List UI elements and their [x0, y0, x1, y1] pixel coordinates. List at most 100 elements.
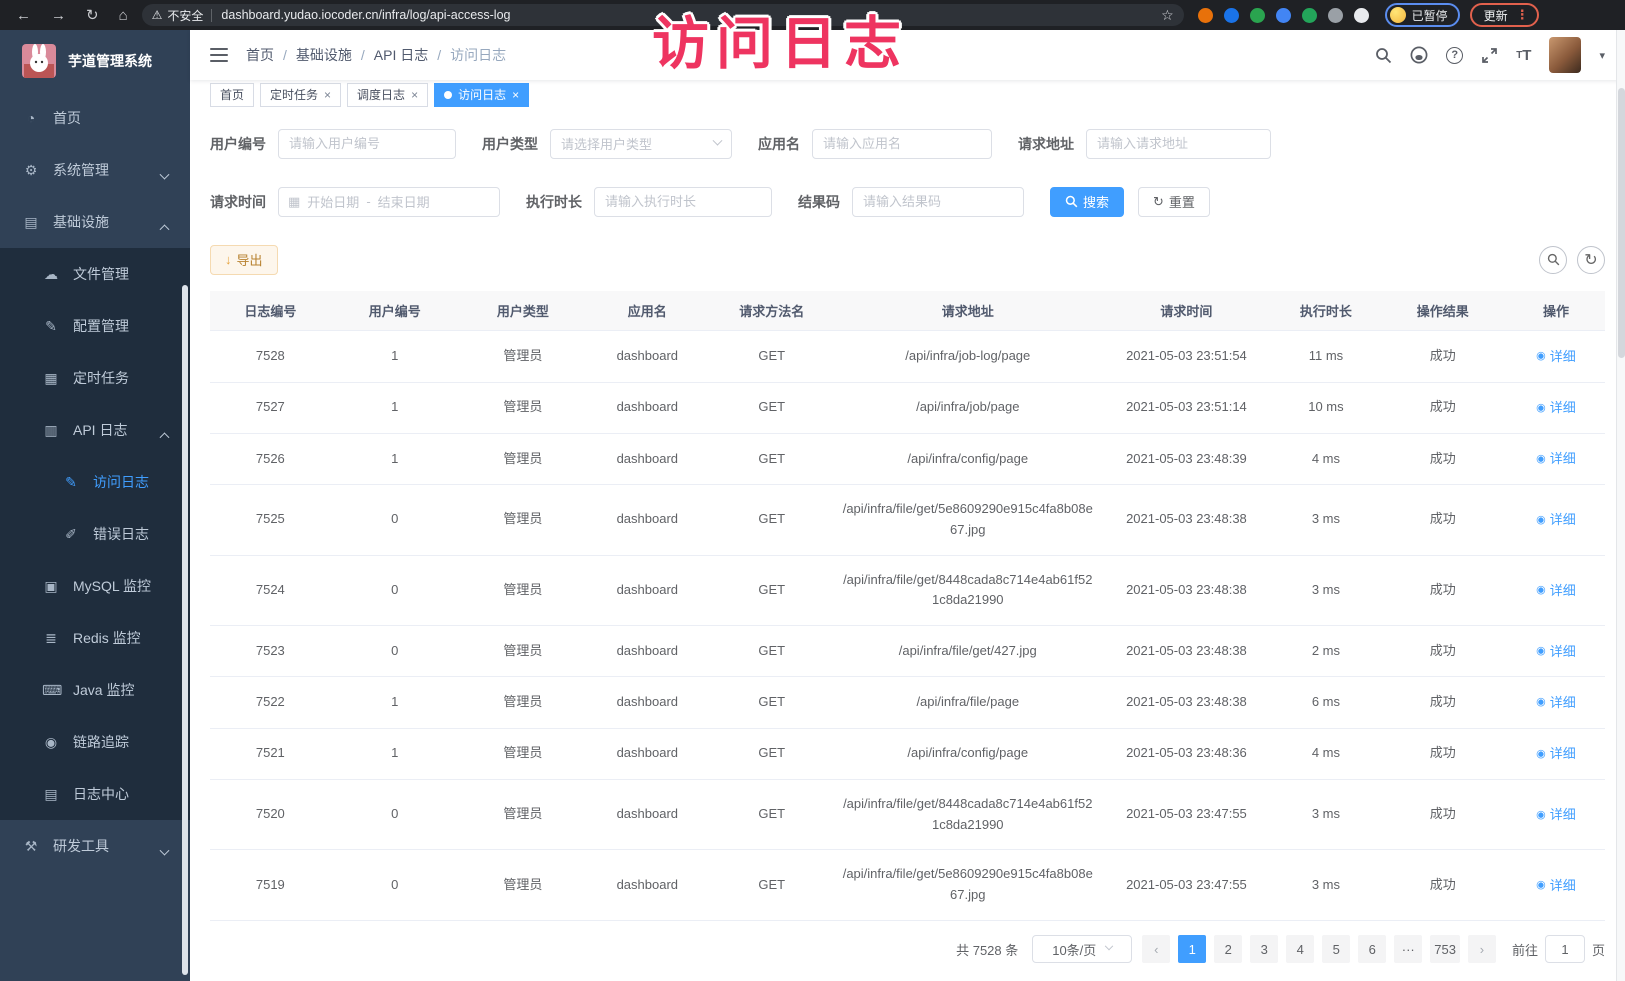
home-icon[interactable]: ⌂ — [119, 8, 128, 23]
result-code-input[interactable] — [852, 187, 1024, 217]
fullscreen-icon[interactable] — [1481, 47, 1498, 64]
blue-puzzle-extension-icon[interactable] — [1276, 8, 1291, 23]
next-page-button[interactable]: › — [1468, 935, 1496, 963]
sidebar-item-redis[interactable]: ≣Redis 监控 — [0, 612, 190, 664]
breadcrumb-item[interactable]: 首页 — [246, 45, 274, 65]
sidebar-item-java[interactable]: ⌨Java 监控 — [0, 664, 190, 716]
security-label[interactable]: 不安全 — [167, 7, 203, 24]
paused-badge[interactable]: 已暂停 — [1385, 3, 1460, 27]
user-avatar[interactable] — [1549, 37, 1581, 73]
search-button[interactable]: 搜索 — [1050, 187, 1124, 217]
page-button-4[interactable]: 4 — [1286, 935, 1314, 963]
sidebar-item-api-log[interactable]: ▥API 日志 — [0, 404, 190, 456]
app-name-input[interactable] — [812, 129, 992, 159]
download-icon: ↓ — [225, 252, 232, 267]
detail-link-label: 详细 — [1550, 642, 1576, 663]
tab-首页[interactable]: 首页 — [210, 83, 254, 107]
sidebar-item-devtools[interactable]: ⚒ 研发工具 — [0, 820, 190, 872]
forward-icon[interactable]: → — [51, 8, 66, 23]
page-scrollbar[interactable] — [1616, 30, 1625, 981]
prev-page-button[interactable]: ‹ — [1142, 935, 1170, 963]
sidebar-item-job[interactable]: ▦定时任务 — [0, 352, 190, 404]
detail-link[interactable]: ◉详细 — [1536, 876, 1576, 897]
page-button-3[interactable]: 3 — [1250, 935, 1278, 963]
chevron-down-icon — [713, 136, 723, 146]
extensions-area — [1198, 8, 1369, 23]
back-icon[interactable]: ← — [16, 8, 31, 23]
sidebar-item-mysql[interactable]: ▣MySQL 监控 — [0, 560, 190, 612]
detail-link[interactable]: ◉详细 — [1536, 805, 1576, 826]
sidebar-item-log-center[interactable]: ▤日志中心 — [0, 768, 190, 820]
page-button-753[interactable]: 753 — [1430, 935, 1460, 963]
detail-link[interactable]: ◉详细 — [1536, 510, 1576, 531]
goto-page-input[interactable] — [1545, 935, 1585, 963]
white-puzzle-extension-icon[interactable] — [1354, 8, 1369, 23]
access-log-table: 日志编号用户编号用户类型应用名请求方法名请求地址请求时间执行时长操作结果操作 7… — [210, 291, 1605, 921]
page-button-1[interactable]: 1 — [1178, 935, 1206, 963]
request-url-input[interactable] — [1086, 129, 1271, 159]
sidebar-item-file[interactable]: ☁文件管理 — [0, 248, 190, 300]
scrollbar-thumb[interactable] — [1618, 88, 1625, 358]
detail-link[interactable]: ◉详细 — [1536, 449, 1576, 470]
green-badge-extension-icon[interactable] — [1302, 8, 1317, 23]
url-bar[interactable]: ⚠ 不安全 dashboard.yudao.iocoder.cn/infra/l… — [142, 4, 1184, 26]
blue-shield-extension-icon[interactable] — [1224, 8, 1239, 23]
detail-link[interactable]: ◉详细 — [1536, 398, 1576, 419]
tab-close-icon[interactable]: × — [411, 88, 418, 102]
gray-tool-extension-icon[interactable] — [1328, 8, 1343, 23]
sidebar-item-error-log[interactable]: ✐错误日志 — [0, 508, 190, 560]
page-button-5[interactable]: 5 — [1322, 935, 1350, 963]
search-icon[interactable] — [1375, 47, 1392, 64]
chevron-down-icon — [1105, 942, 1113, 950]
sidebar-item-access-log[interactable]: ✎访问日志 — [0, 456, 190, 508]
page-size-select[interactable]: 10条/页 — [1032, 935, 1132, 963]
update-button[interactable]: 更新 ⋮ — [1470, 3, 1539, 27]
tab-close-icon[interactable]: × — [512, 88, 519, 102]
breadcrumb-item[interactable]: API 日志 — [374, 45, 428, 65]
reset-button[interactable]: ↻ 重置 — [1138, 187, 1210, 217]
github-icon[interactable] — [1410, 46, 1428, 64]
page-button-2[interactable]: 2 — [1214, 935, 1242, 963]
detail-link[interactable]: ◉详细 — [1536, 347, 1576, 368]
toolbox-icon: ⚒ — [22, 838, 40, 855]
green-circle-extension-icon[interactable] — [1250, 8, 1265, 23]
detail-link[interactable]: ◉详细 — [1536, 693, 1576, 714]
toggle-search-button[interactable] — [1539, 246, 1567, 274]
breadcrumb-item[interactable]: 基础设施 — [296, 45, 352, 65]
cell-user_type: 管理员 — [459, 485, 587, 556]
detail-link[interactable]: ◉详细 — [1536, 581, 1576, 602]
sidebar-scrollbar[interactable] — [182, 285, 188, 975]
font-size-icon[interactable]: TT — [1516, 47, 1531, 64]
reload-icon[interactable]: ↻ — [86, 8, 99, 23]
tab-定时任务[interactable]: 定时任务× — [260, 83, 341, 107]
kebab-menu-icon[interactable]: ⋮ — [1516, 7, 1529, 23]
refresh-table-button[interactable]: ↻ — [1577, 246, 1605, 274]
sidebar-item-trace[interactable]: ◉链路追踪 — [0, 716, 190, 768]
tab-调度日志[interactable]: 调度日志× — [347, 83, 428, 107]
sidebar-item-config[interactable]: ✎配置管理 — [0, 300, 190, 352]
cell-user_id: 1 — [331, 433, 459, 484]
orange-ring-extension-icon[interactable] — [1198, 8, 1213, 23]
user-id-input[interactable] — [278, 129, 456, 159]
date-range-picker[interactable]: ▦ 开始日期 - 结束日期 — [278, 187, 500, 217]
help-icon[interactable]: ? — [1446, 47, 1463, 64]
chevron-down-icon[interactable]: ▾ — [1599, 49, 1605, 62]
filter-label: 执行时长 — [526, 192, 582, 212]
sidebar-item-system[interactable]: ⚙系统管理 — [0, 144, 190, 196]
sidebar-item-home[interactable]: ◔首页 — [0, 92, 190, 144]
user-type-select[interactable]: 请选择用户类型 — [550, 129, 732, 159]
tab-访问日志[interactable]: 访问日志× — [434, 83, 529, 107]
cell-url: /api/infra/job-log/page — [836, 331, 1100, 382]
sidebar-item-infra[interactable]: ▤基础设施 — [0, 196, 190, 248]
url-text[interactable]: dashboard.yudao.iocoder.cn/infra/log/api… — [221, 8, 1153, 22]
tab-close-icon[interactable]: × — [324, 88, 331, 102]
page-button-6[interactable]: 6 — [1358, 935, 1386, 963]
filter-request-url: 请求地址 — [1018, 129, 1271, 159]
export-button[interactable]: ↓ 导出 — [210, 245, 278, 275]
detail-link[interactable]: ◉详细 — [1536, 642, 1576, 663]
bookmark-star-icon[interactable]: ☆ — [1161, 7, 1174, 24]
sidebar-item-label: 研发工具 — [53, 836, 109, 856]
hamburger-icon[interactable] — [210, 48, 228, 62]
duration-input[interactable] — [594, 187, 772, 217]
detail-link[interactable]: ◉详细 — [1536, 744, 1576, 765]
